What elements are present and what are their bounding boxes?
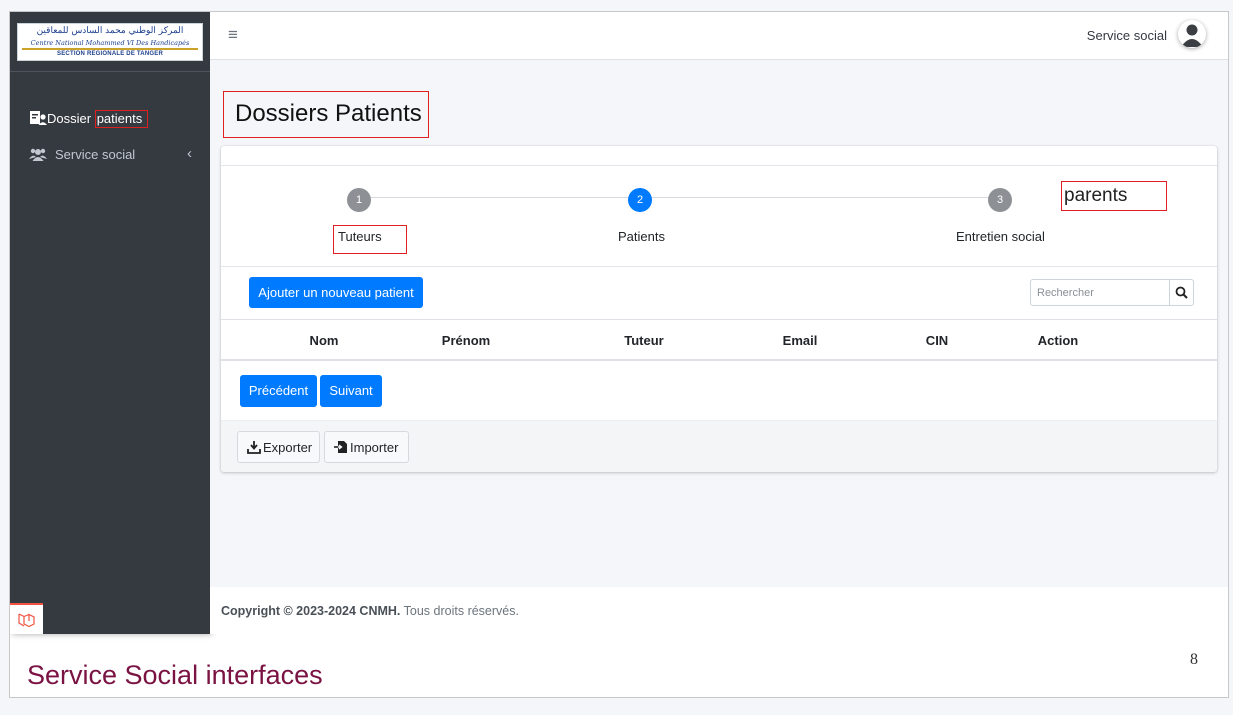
- chevron-left-icon: ‹: [187, 145, 192, 162]
- step-3-label[interactable]: Entretien social: [956, 229, 1045, 244]
- import-button[interactable]: Importer: [324, 431, 409, 463]
- card-footer: Exporter Importer: [221, 420, 1217, 472]
- column-header-cin[interactable]: CIN: [926, 333, 948, 348]
- column-header-nom[interactable]: Nom: [310, 333, 339, 348]
- page-title: Dossiers Patients: [235, 100, 422, 127]
- previous-page-button[interactable]: Précédent: [240, 375, 317, 407]
- step-2-circle[interactable]: 2: [628, 188, 652, 212]
- export-label: Exporter: [263, 440, 313, 455]
- search-input[interactable]: Rechercher: [1030, 279, 1170, 306]
- logo-section-text: SECTION REGIONALE DE TANGER: [57, 51, 163, 57]
- step-3-circle[interactable]: 3: [988, 188, 1012, 212]
- export-button[interactable]: Exporter: [237, 431, 320, 463]
- patient-file-icon: [30, 111, 47, 125]
- search-button[interactable]: [1169, 279, 1194, 306]
- search-icon: [1175, 286, 1188, 299]
- logo-band: [22, 48, 198, 50]
- laravel-icon: [18, 613, 35, 628]
- column-header-tuteur[interactable]: Tuteur: [624, 333, 663, 348]
- stepper: 1 Tuteurs 2 Patients 3 Entretien social …: [221, 166, 1217, 267]
- slide: المركز الوطني محمد السادس للمعاقين Centr…: [9, 11, 1229, 698]
- title-highlight-box: Dossiers Patients: [223, 91, 429, 138]
- download-icon: [247, 441, 261, 454]
- top-navbar: ≡ Service social: [210, 12, 1228, 60]
- step-2-label[interactable]: Patients: [618, 229, 665, 244]
- file-import-icon: [334, 441, 347, 453]
- parents-annotation: parents: [1061, 181, 1167, 211]
- copyright-text: Copyright © 2023-2024 CNMH. Tous droits …: [221, 604, 519, 618]
- main-content: Dossiers Patients 1 Tuteurs 2 Patients 3…: [210, 60, 1228, 587]
- user-name[interactable]: Service social: [1087, 28, 1167, 43]
- brand: المركز الوطني محمد السادس للمعاقين Centr…: [10, 12, 210, 72]
- column-header-prenom[interactable]: Prénom: [442, 333, 490, 348]
- debug-toolbar-icon[interactable]: [10, 603, 43, 634]
- user-avatar-icon[interactable]: [1178, 20, 1206, 48]
- sidebar-item-label: Service social: [55, 147, 136, 162]
- parents-annotation-text: parents: [1064, 185, 1128, 206]
- cnmh-logo[interactable]: المركز الوطني محمد السادس للمعاقين Centr…: [17, 23, 203, 61]
- sidebar-item-service-social[interactable]: Service social ‹: [10, 141, 210, 167]
- card-header: [221, 146, 1217, 166]
- sidebar: المركز الوطني محمد السادس للمعاقين Centr…: [10, 12, 210, 634]
- step-1-label[interactable]: Tuteurs: [338, 229, 382, 244]
- add-patient-button[interactable]: Ajouter un nouveau patient: [249, 277, 423, 308]
- slide-number: 8: [1190, 651, 1198, 668]
- slide-title: Service Social interfaces: [27, 660, 323, 690]
- label-highlight-box: patients: [94, 110, 149, 128]
- step-1-circle[interactable]: 1: [347, 188, 371, 212]
- patients-card: 1 Tuteurs 2 Patients 3 Entretien social …: [221, 146, 1217, 472]
- import-label: Importer: [350, 440, 399, 455]
- column-header-email[interactable]: Email: [783, 333, 818, 348]
- logo-arabic-text: المركز الوطني محمد السادس للمعاقين: [36, 26, 184, 36]
- search-placeholder: Rechercher: [1037, 287, 1094, 299]
- sidebar-item-dossier-patients[interactable]: Dossier patients: [10, 105, 210, 131]
- users-icon: [29, 148, 47, 161]
- menu-icon[interactable]: ≡: [228, 25, 238, 45]
- column-header-action: Action: [1037, 333, 1079, 348]
- page-footer: Copyright © 2023-2024 CNMH. Tous droits …: [210, 587, 1228, 634]
- sidebar-item-label: Dossier patients: [47, 110, 149, 128]
- logo-french-text: Centre National Mohammed VI Des Handicap…: [30, 39, 190, 47]
- user-silhouette-icon: [1181, 24, 1203, 47]
- table-header: Nom Prénom Tuteur Email CIN Action: [221, 319, 1217, 361]
- stepper-line: [358, 197, 1000, 198]
- next-page-button[interactable]: Suivant: [320, 375, 382, 407]
